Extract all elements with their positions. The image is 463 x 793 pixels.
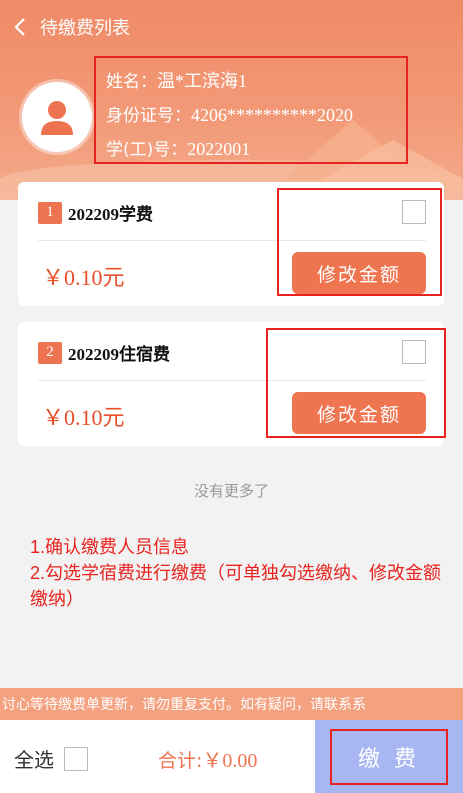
avatar	[22, 82, 92, 152]
pay-button[interactable]: 缴 费	[315, 720, 463, 793]
user-info: 姓名：温*工滨海1 身份证号：4206**********2020 学(工)号：…	[94, 56, 408, 164]
total-amount: 合计:￥0.00	[158, 744, 257, 773]
item-number-badge: 2	[38, 341, 62, 364]
id-value: 4206**********2020	[191, 105, 353, 125]
back-arrow-icon[interactable]	[0, 12, 40, 42]
select-all-checkbox[interactable]	[64, 746, 88, 771]
id-label: 身份证号：	[106, 106, 191, 126]
student-id-value: 2022001	[187, 139, 251, 159]
instruction-note: 1.确认缴费人员信息 2.勾选学宿费进行缴费（可单独勾选缴纳、修改金额缴纳）	[30, 534, 450, 612]
item-number-badge: 1	[38, 201, 62, 224]
highlight-box	[277, 188, 442, 296]
user-icon	[41, 101, 73, 135]
item-name: 202209住宿费	[68, 345, 170, 364]
no-more-text: 没有更多了	[193, 483, 269, 500]
note-line: 2.勾选学宿费进行缴费（可单独勾选缴纳、修改金额缴纳）	[30, 563, 442, 609]
item-amount: ￥0.10元	[42, 265, 125, 290]
select-all-label: 全选	[14, 750, 54, 772]
page-title: 待缴费列表	[40, 18, 130, 38]
name-label: 姓名：	[106, 72, 157, 92]
item-amount: ￥0.10元	[42, 405, 125, 430]
header-banner: 待缴费列表 姓名：温*工滨海1 身份证号：4206**********2020 …	[0, 0, 463, 200]
highlight-box	[266, 328, 446, 438]
total-label: 合计:	[158, 750, 203, 772]
nav-bar: 待缴费列表	[0, 12, 130, 42]
name-value: 温*工滨海1	[157, 71, 247, 91]
footer-bar: 全选 合计:￥0.00 缴 费	[0, 720, 463, 793]
select-all[interactable]: 全选	[14, 744, 88, 773]
student-id-label: 学(工)号：	[106, 140, 188, 160]
notice-marquee: 讨心等待缴费单更新，请勿重复支付。如有疑问，请联系系	[0, 688, 463, 720]
pay-button-label: 缴 费	[330, 728, 448, 785]
item-name: 202209学费	[68, 205, 153, 224]
total-value: ￥0.00	[202, 750, 258, 772]
note-line: 1.确认缴费人员信息	[30, 537, 190, 557]
